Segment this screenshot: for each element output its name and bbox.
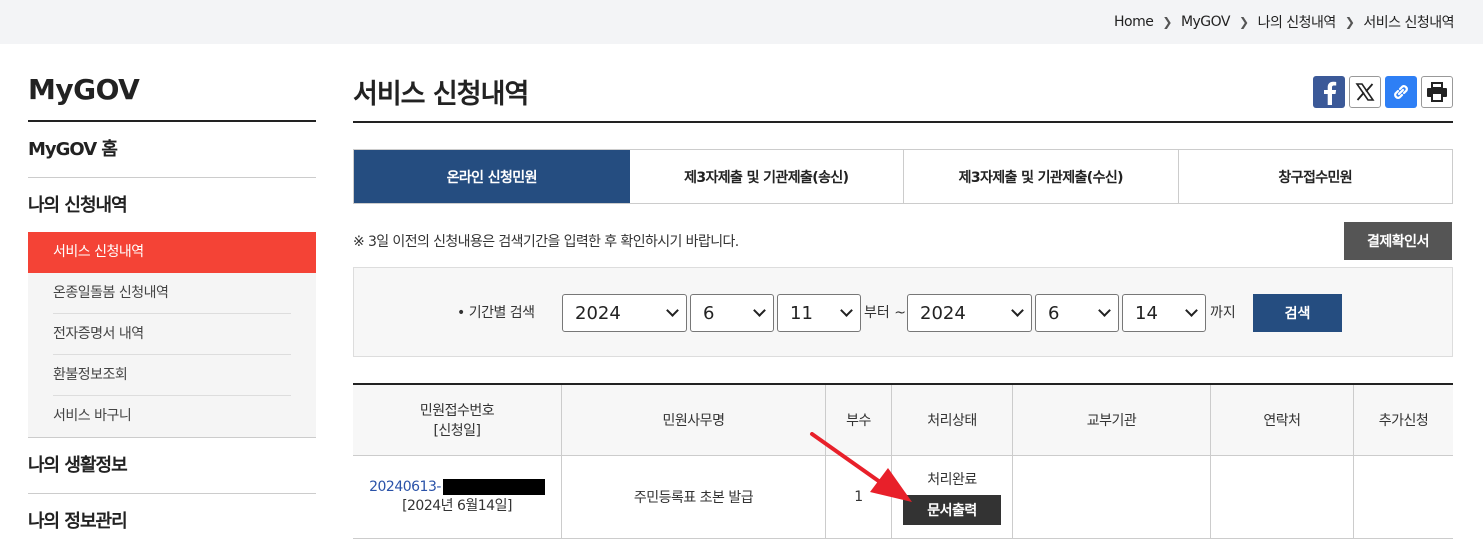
sidebar-title: MyGOV (28, 70, 316, 122)
additional-cell (1354, 456, 1453, 538)
chevron-down-icon (1098, 304, 1111, 317)
chevron-down-icon (1185, 304, 1198, 317)
sidebar-item-my-applications[interactable]: 나의 신청내역 (28, 178, 316, 232)
sidebar-submenu: 서비스 신청내역 온종일돌봄 신청내역 전자증명서 내역 환불정보조회 서비스 … (28, 232, 316, 438)
to-month-value: 6 (1048, 302, 1060, 324)
sidebar-subitem-allday-care[interactable]: 온종일돌봄 신청내역 (53, 273, 291, 314)
header-status: 처리상태 (892, 385, 1013, 455)
sidebar-subitem-refund-info[interactable]: 환불정보조회 (53, 355, 291, 396)
from-suffix: 부터 ~ (864, 305, 906, 321)
status-text: 처리완료 (927, 472, 977, 488)
apply-date: [2024년 6월14일] (402, 498, 512, 514)
top-bar: Home ❯ MyGOV ❯ 나의 신청내역 ❯ 서비스 신청내역 (0, 0, 1483, 44)
breadcrumb-my-applications[interactable]: 나의 신청내역 (1258, 12, 1337, 32)
sidebar-item-info-management[interactable]: 나의 정보관리 (28, 494, 316, 549)
search-notice: ※ 3일 이전의 신청내용은 검색기간을 입력한 후 확인하시기 바랍니다. (353, 234, 739, 250)
redaction-bar (442, 479, 545, 495)
header-contact: 연락처 (1211, 385, 1354, 455)
tab-third-party-sent[interactable]: 제3자제출 및 기관제출(송신) (629, 150, 904, 203)
issuing-agency-cell (1013, 456, 1211, 538)
breadcrumb-home[interactable]: Home (1114, 14, 1154, 30)
chevron-right-icon: ❯ (1239, 15, 1249, 29)
tab-online-applications[interactable]: 온라인 신청민원 (354, 150, 630, 203)
search-button[interactable]: 검색 (1253, 294, 1342, 332)
to-month-select[interactable]: 6 (1035, 294, 1119, 332)
from-year-select[interactable]: 2024 (562, 294, 687, 332)
to-day-select[interactable]: 14 (1122, 294, 1206, 332)
print-document-button[interactable]: 문서출력 (903, 495, 1001, 525)
from-day-value: 11 (790, 302, 813, 324)
sidebar-subitem-service-applications[interactable]: 서비스 신청내역 (28, 232, 316, 273)
tab-bar: 온라인 신청민원 제3자제출 및 기관제출(송신) 제3자제출 및 기관제출(수… (353, 149, 1453, 204)
from-month-select[interactable]: 6 (690, 294, 774, 332)
print-icon[interactable] (1421, 76, 1453, 108)
facebook-icon[interactable] (1313, 76, 1345, 108)
chevron-right-icon: ❯ (1162, 15, 1172, 29)
chevron-down-icon (840, 304, 853, 317)
header-receipt-no-label: 민원접수번호 (419, 403, 495, 419)
from-month-value: 6 (703, 302, 715, 324)
sidebar-subitem-service-basket[interactable]: 서비스 바구니 (53, 396, 291, 437)
header-issuing-agency: 교부기관 (1013, 385, 1211, 455)
service-name-cell: 주민등록표 초본 발급 (562, 456, 826, 538)
header-receipt-no: 민원접수번호 [신청일] (353, 385, 562, 455)
receipt-cell: 20240613- [2024년 6월14일] (353, 456, 562, 538)
chevron-down-icon (753, 304, 766, 317)
copies-cell: 1 (826, 456, 892, 538)
chevron-down-icon (666, 304, 679, 317)
header-additional: 추가신청 (1378, 413, 1429, 429)
period-search-box: • 기간별 검색 2024 6 11 부터 ~ 2024 6 14 까지 검색 (353, 267, 1453, 357)
page-title: 서비스 신청내역 (353, 70, 1453, 123)
tab-third-party-received[interactable]: 제3자제출 및 기관제출(수신) (904, 150, 1179, 203)
sidebar-item-mygov-home[interactable]: MyGOV 홈 (28, 122, 316, 178)
to-day-value: 14 (1135, 302, 1158, 324)
from-day-select[interactable]: 11 (777, 294, 861, 332)
breadcrumb-mygov[interactable]: MyGOV (1181, 14, 1231, 30)
link-icon[interactable] (1385, 76, 1417, 108)
x-icon[interactable] (1349, 76, 1381, 108)
to-year-select[interactable]: 2024 (907, 294, 1032, 332)
sidebar: MyGOV MyGOV 홈 나의 신청내역 서비스 신청내역 온종일돌봄 신청내… (28, 70, 316, 549)
from-year-value: 2024 (575, 302, 621, 324)
main-content: 서비스 신청내역 온라인 신청민원 제3자제출 및 기관제출(송신) 제3자제출… (353, 70, 1453, 539)
to-year-value: 2024 (920, 302, 966, 324)
tab-counter-applications[interactable]: 창구접수민원 (1178, 150, 1452, 203)
status-cell: 처리완료 문서출력 (892, 456, 1013, 538)
contact-cell (1211, 456, 1354, 538)
applications-table: 민원접수번호 [신청일] 민원사무명 부수 처리상태 교부기관 연락처 추가신청… (353, 383, 1453, 539)
payment-confirmation-button[interactable]: 결제확인서 (1344, 222, 1452, 260)
receipt-number-link[interactable]: 20240613- (369, 479, 545, 495)
share-toolbar (1313, 76, 1453, 108)
chevron-right-icon: ❯ (1344, 15, 1355, 29)
header-apply-date-label: [신청일] (433, 423, 481, 439)
sidebar-subitem-e-certificates[interactable]: 전자증명서 내역 (53, 314, 291, 355)
sidebar-item-life-info[interactable]: 나의 생활정보 (28, 438, 316, 494)
to-suffix: 까지 (1210, 305, 1236, 321)
receipt-number-text: 20240613- (369, 479, 441, 495)
header-copies: 부수 (826, 385, 892, 455)
breadcrumb: Home ❯ MyGOV ❯ 나의 신청내역 ❯ 서비스 신청내역 (1114, 12, 1454, 32)
period-search-label: • 기간별 검색 (457, 305, 535, 321)
table-header-row: 민원접수번호 [신청일] 민원사무명 부수 처리상태 교부기관 연락처 추가신청 (353, 385, 1453, 456)
breadcrumb-service-applications[interactable]: 서비스 신청내역 (1363, 12, 1454, 32)
chevron-down-icon (1011, 304, 1024, 317)
header-service-name: 민원사무명 (562, 385, 826, 455)
table-row: 20240613- [2024년 6월14일] 주민등록표 초본 발급 1 처리… (353, 456, 1453, 539)
